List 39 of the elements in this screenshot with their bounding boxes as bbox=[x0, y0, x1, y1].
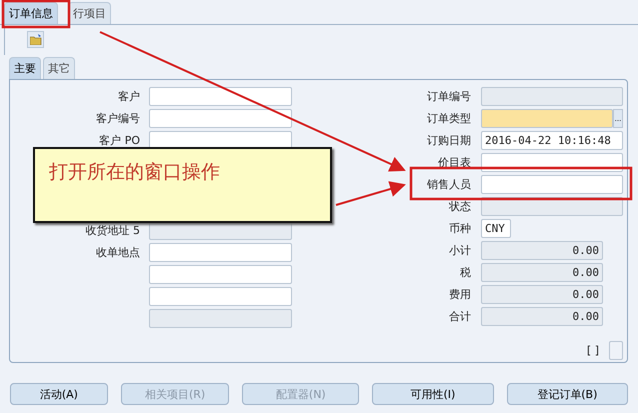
action-button[interactable]: 登记订单(B) bbox=[506, 383, 628, 405]
input-field[interactable] bbox=[481, 109, 613, 128]
input-field[interactable] bbox=[481, 175, 623, 194]
field-label: 销售人员 bbox=[427, 177, 471, 192]
input-field[interactable] bbox=[149, 243, 292, 262]
bracket-label: [ ] bbox=[586, 344, 599, 357]
lookup-button[interactable]: ... bbox=[613, 109, 623, 128]
field-label: 收单地点 bbox=[96, 245, 140, 260]
field-label: 小计 bbox=[449, 243, 471, 258]
tab[interactable]: 其它 bbox=[43, 57, 75, 79]
field-label: 客户编号 bbox=[96, 111, 140, 126]
input-field[interactable] bbox=[149, 109, 292, 128]
action-button[interactable]: 可用性(I) bbox=[372, 383, 494, 405]
field-label: 状态 bbox=[449, 199, 471, 214]
field-label: 收货地址 5 bbox=[86, 223, 140, 238]
field-label: 订单编号 bbox=[427, 89, 471, 104]
field-label: 币种 bbox=[449, 221, 471, 236]
field-label: 客户 bbox=[118, 89, 140, 104]
arrow bbox=[336, 181, 406, 206]
highlight-frame bbox=[2, 0, 70, 28]
input-field[interactable]: 2016-04-22 10:16:48 bbox=[481, 131, 623, 150]
field-label: 客户 PO bbox=[99, 133, 140, 148]
tab[interactable]: 行项目 bbox=[68, 2, 111, 24]
folder-icon[interactable] bbox=[27, 31, 44, 48]
field-label: 费用 bbox=[449, 287, 471, 302]
field-label: 税 bbox=[460, 265, 471, 280]
input-field[interactable] bbox=[149, 87, 292, 106]
annotation-tooltip: 打开所在的窗口操作 bbox=[33, 147, 332, 223]
input-field[interactable]: CNY bbox=[481, 219, 511, 238]
input-field[interactable] bbox=[149, 287, 292, 306]
field-label: 价目表 bbox=[438, 155, 471, 170]
input-field[interactable] bbox=[149, 265, 292, 284]
field-label: 合计 bbox=[449, 309, 471, 324]
field-label: 订单类型 bbox=[427, 111, 471, 126]
tab[interactable]: 订单信息 bbox=[4, 2, 58, 24]
checkbox[interactable] bbox=[609, 341, 623, 360]
field-label: 订购日期 bbox=[427, 133, 471, 148]
tab[interactable]: 主要 bbox=[9, 57, 41, 79]
action-button[interactable]: 活动(A) bbox=[10, 383, 108, 405]
